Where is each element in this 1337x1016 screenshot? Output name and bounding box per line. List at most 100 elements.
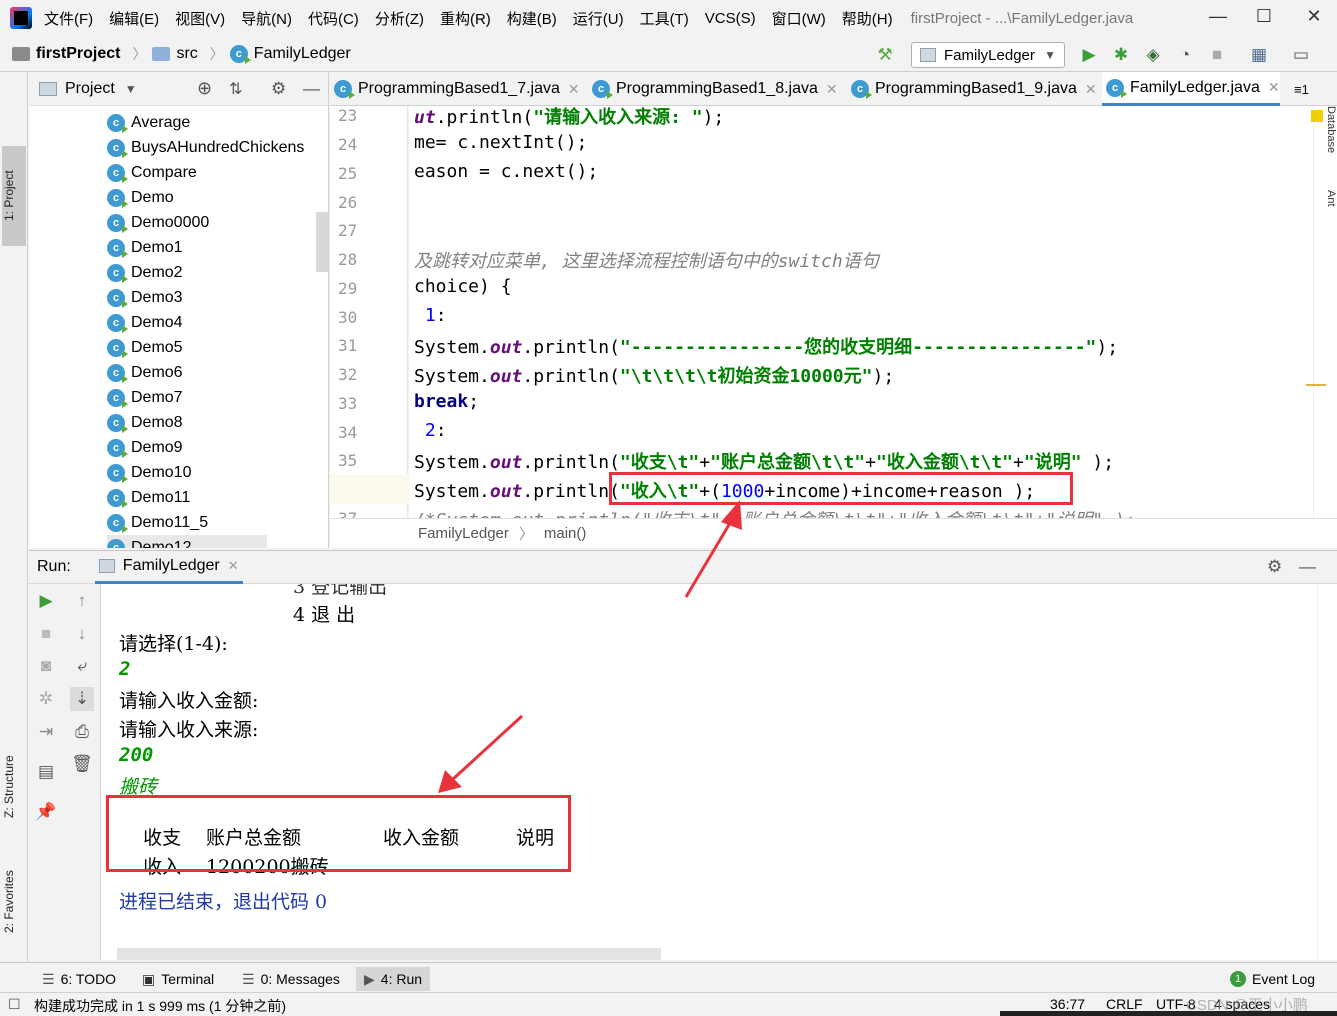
minimize-icon[interactable]: — [1204, 6, 1232, 30]
menu-help[interactable]: 帮助(H) [842, 8, 893, 29]
project-scrollbar[interactable] [316, 212, 328, 272]
database-tool-tab[interactable]: Database [1325, 106, 1337, 176]
soft-wrap-icon[interactable]: ⤶ [70, 654, 94, 678]
settings-icon[interactable]: ✲ [34, 687, 58, 711]
tab-run[interactable]: ▶ 4: Run [356, 967, 431, 991]
run-tab-familyledger[interactable]: FamilyLedger ✕ [94, 550, 243, 584]
debug-icon[interactable]: ✱ [1110, 44, 1132, 66]
hide-panel-icon[interactable]: — [1299, 557, 1316, 577]
close-tab-icon[interactable]: ✕ [826, 81, 838, 98]
tree-item[interactable]: c Demo0000 [107, 210, 209, 235]
tab-programmingbased1-7[interactable]: c ProgrammingBased1_7.java ✕ [330, 72, 580, 106]
stop-icon[interactable]: ■ [1206, 44, 1228, 66]
tree-item[interactable]: c Demo11_5 [107, 510, 208, 535]
trash-icon[interactable]: 🗑 [70, 752, 94, 776]
build-hammer-icon[interactable]: ⚒ [874, 44, 896, 66]
favorites-tool-tab[interactable]: 2: Favorites [2, 852, 26, 952]
menu-edit[interactable]: 编辑(E) [109, 8, 159, 29]
line-separator[interactable]: CRLF [1106, 996, 1143, 1012]
hide-panel-icon[interactable]: — [303, 79, 320, 99]
close-tab-icon[interactable]: ✕ [228, 558, 239, 574]
code-editor[interactable]: ut.println("请输入收入来源: "); me= c.nextInt()… [409, 106, 1313, 518]
run-icon[interactable]: ▶ [1078, 44, 1100, 66]
tab-programmingbased1-8[interactable]: c ProgrammingBased1_8.java ✕ [588, 72, 838, 106]
breadcrumb-method[interactable]: main() [544, 525, 587, 542]
exit-icon[interactable]: ⇥ [34, 720, 58, 744]
close-tab-icon[interactable]: ✕ [1268, 79, 1280, 96]
tab-programmingbased1-9[interactable]: c ProgrammingBased1_9.java ✕ [847, 72, 1097, 106]
maximize-icon[interactable]: ☐ [1250, 6, 1278, 30]
tab-overflow-button[interactable]: ≡1 [1290, 72, 1309, 106]
status-message[interactable]: 构建成功完成 in 1 s 999 ms (1 分钟之前) [34, 996, 286, 1016]
tab-familyledger[interactable]: c FamilyLedger.java ✕ [1102, 72, 1280, 106]
close-tab-icon[interactable]: ✕ [1085, 81, 1097, 98]
menu-code[interactable]: 代码(C) [308, 8, 359, 29]
print-icon[interactable]: ⎙ [70, 720, 94, 744]
close-tab-icon[interactable]: ✕ [568, 81, 580, 98]
breadcrumb-file[interactable]: c FamilyLedger [229, 44, 351, 64]
menu-build[interactable]: 构建(B) [507, 8, 557, 29]
project-tool-tab[interactable]: 1: Project [2, 146, 26, 246]
up-arrow-icon[interactable]: ↑ [70, 589, 94, 613]
menu-window[interactable]: 窗口(W) [772, 8, 826, 29]
menu-refactor[interactable]: 重构(R) [440, 8, 491, 29]
menu-vcs[interactable]: VCS(S) [705, 10, 756, 27]
menu-run[interactable]: 运行(U) [573, 8, 624, 29]
tree-item[interactable]: c Demo6 [107, 360, 183, 385]
scroll-to-end-icon[interactable]: ⇣ [70, 687, 94, 711]
gear-icon[interactable]: ⚙ [271, 79, 286, 99]
tree-item[interactable]: c Demo8 [107, 410, 183, 435]
console-horizontal-scrollbar[interactable] [117, 948, 661, 960]
menu-file[interactable]: 文件(F) [44, 8, 93, 29]
close-window-icon[interactable]: ✕ [1300, 6, 1328, 30]
console-scrollbar[interactable] [1317, 584, 1337, 960]
rerun-icon[interactable]: ▶ [34, 589, 58, 613]
tree-item[interactable]: c Demo12 [107, 535, 267, 548]
ant-tool-tab[interactable]: Ant [1325, 190, 1337, 240]
pin-icon[interactable]: 📌 [34, 800, 58, 824]
run-configuration-select[interactable]: FamilyLedger ▼ [911, 42, 1065, 68]
tree-item[interactable]: c Demo4 [107, 310, 183, 335]
tree-item[interactable]: c Demo9 [107, 435, 183, 460]
stop-icon[interactable]: ■ [34, 622, 58, 646]
tab-todo[interactable]: ☰ 6: TODO [42, 967, 116, 991]
project-structure-icon[interactable]: ▦ [1248, 44, 1270, 66]
tree-item[interactable]: c Demo3 [107, 285, 183, 310]
breadcrumb-project[interactable]: firstProject [12, 45, 120, 63]
tree-item[interactable]: c Demo10 [107, 460, 191, 485]
tab-terminal[interactable]: ▣ Terminal [142, 967, 214, 991]
collapse-all-icon[interactable]: ⇅ [229, 79, 242, 99]
profile-icon[interactable]: ◔ [1174, 44, 1196, 66]
tree-item[interactable]: c Compare [107, 160, 197, 185]
layout-icon[interactable]: ▤ [34, 760, 58, 784]
tree-item[interactable]: c Demo7 [107, 385, 183, 410]
status-toggle-icon[interactable]: ☐ [8, 996, 21, 1013]
tab-messages[interactable]: ☰ 0: Messages [242, 967, 340, 991]
tree-item[interactable]: c Demo [107, 185, 174, 210]
tree-item[interactable]: c BuysAHundredChickens [107, 135, 304, 160]
breadcrumb-src[interactable]: src [152, 45, 198, 63]
menu-tools[interactable]: 工具(T) [640, 8, 689, 29]
cursor-position[interactable]: 36:77 [1050, 996, 1085, 1012]
window-layout-icon[interactable]: ▭ [1290, 44, 1312, 66]
menu-navigate[interactable]: 导航(N) [241, 8, 292, 29]
tree-item[interactable]: c Demo11 [107, 485, 190, 510]
tree-item[interactable]: c Demo2 [107, 260, 183, 285]
structure-tool-tab[interactable]: Z: Structure [2, 732, 26, 842]
menu-view[interactable]: 视图(V) [175, 8, 225, 29]
warning-marker-icon[interactable] [1311, 110, 1323, 122]
project-panel-title[interactable]: Project [65, 80, 115, 98]
gear-icon[interactable]: ⚙ [1267, 557, 1282, 577]
tree-item[interactable]: c Demo1 [107, 235, 183, 260]
tree-item[interactable]: c Demo5 [107, 335, 183, 360]
locate-icon[interactable]: ⊕ [197, 78, 212, 99]
menu-analyze[interactable]: 分析(Z) [375, 8, 424, 29]
tree-item[interactable]: c Average [107, 110, 190, 135]
down-arrow-icon[interactable]: ↓ [70, 622, 94, 646]
coverage-icon[interactable]: ◈ [1142, 44, 1164, 66]
run-console[interactable]: 3 登记输出 4 退 出 请选择(1-4): 2 请输入收入金额: 请输入收入来… [101, 584, 1317, 960]
breadcrumb-class[interactable]: FamilyLedger [418, 525, 509, 542]
chevron-down-icon[interactable]: ▼ [125, 82, 137, 96]
camera-icon[interactable]: ◙ [34, 654, 58, 678]
tab-event-log[interactable]: 1 Event Log [1230, 967, 1315, 991]
